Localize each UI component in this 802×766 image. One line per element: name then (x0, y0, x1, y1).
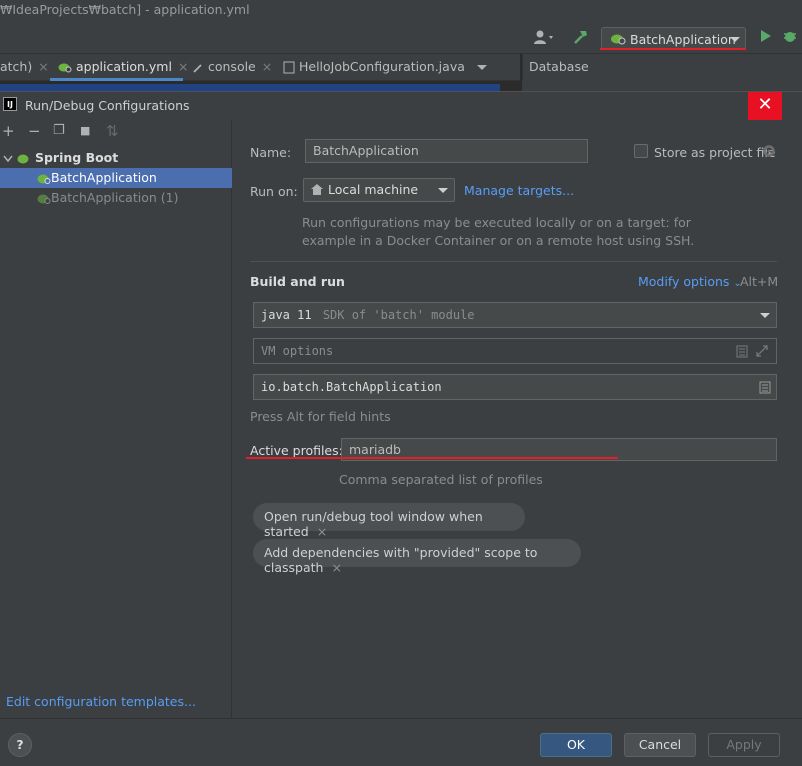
tree-item-batchapplication-1[interactable]: BatchApplication (1) (0, 188, 232, 208)
close-icon[interactable]: × (178, 59, 188, 74)
close-icon[interactable]: × (317, 524, 327, 539)
main-class-field[interactable]: io.batch.BatchApplication (253, 374, 777, 400)
editor-selection (0, 84, 500, 91)
edit-configuration-templates-link[interactable]: Edit configuration templates... (6, 694, 196, 709)
chip-label: Open run/debug tool window when started (264, 509, 483, 539)
main-class-value: io.batch.BatchApplication (261, 380, 442, 394)
jdk-hint: SDK of 'batch' module (322, 308, 475, 322)
close-icon[interactable]: × (262, 59, 272, 74)
folder-icon[interactable]: ■ (80, 124, 90, 137)
name-field[interactable]: BatchApplication (305, 139, 588, 163)
tab-batch[interactable]: atch) × (0, 59, 49, 74)
java-file-icon (283, 61, 295, 74)
tab-console[interactable]: console × (192, 59, 272, 74)
browse-class-icon[interactable] (759, 381, 771, 394)
dialog-button-bar: ? OK Cancel Apply (0, 718, 802, 766)
help-button[interactable]: ? (8, 733, 32, 757)
tab-hellojobconfiguration[interactable]: HelloJobConfiguration.java (283, 59, 465, 74)
expand-text-icon[interactable] (736, 345, 748, 358)
dialog-title: Run/Debug Configurations (25, 98, 190, 113)
close-button[interactable]: ✕ (748, 92, 782, 120)
expand-chevron-icon[interactable] (3, 155, 13, 163)
home-icon (311, 184, 323, 195)
close-icon[interactable]: × (38, 59, 48, 74)
spring-boot-run-icon (37, 174, 51, 184)
run-config-label: BatchApplication (630, 32, 736, 47)
highlight-underline-runconfig (600, 48, 746, 50)
maximize-icon[interactable] (756, 345, 768, 357)
tab-application-yml[interactable]: application.yml × (58, 59, 188, 74)
manage-targets-link[interactable]: Manage targets... (464, 183, 574, 198)
copy-icon[interactable]: ❐ (53, 123, 65, 138)
spring-boot-icon (58, 63, 72, 73)
database-panel-header: Database (522, 54, 802, 81)
chevron-down-icon (730, 37, 740, 42)
debug-bug-icon[interactable] (782, 28, 798, 47)
section-divider (250, 261, 777, 262)
run-on-hint-line1: Run configurations may be executed local… (302, 215, 691, 230)
tree-item-batchapplication[interactable]: BatchApplication (0, 168, 232, 188)
editor-tabs: atch) × application.yml × console × HelloJo… (0, 54, 520, 81)
spring-boot-icon (17, 154, 29, 163)
run-icon[interactable] (760, 29, 772, 46)
dialog-title-bar: IJ Run/Debug Configurations ✕ (0, 92, 802, 120)
tabs-overflow-chevron-icon[interactable] (477, 65, 487, 70)
gear-icon[interactable] (762, 144, 776, 158)
configurations-tree: Spring Boot BatchApplication BatchApplic… (0, 148, 232, 208)
build-hammer-icon[interactable] (572, 28, 590, 49)
tree-item-label: BatchApplication (1) (51, 190, 179, 205)
modify-options-shortcut: Alt+M (740, 274, 779, 289)
spring-boot-icon (611, 34, 626, 45)
build-and-run-heading: Build and run (250, 274, 345, 289)
sort-icon: ⇅ (106, 122, 119, 140)
chip-label: Add dependencies with "provided" scope t… (264, 545, 538, 575)
chevron-down-icon (438, 188, 448, 193)
apply-button[interactable]: Apply (708, 733, 780, 757)
database-label: Database (529, 59, 589, 74)
tree-group-label: Spring Boot (34, 150, 119, 165)
open-tool-window-option-chip[interactable]: Open run/debug tool window when started × (253, 503, 525, 539)
jdk-selector[interactable]: java 11 SDK of 'batch' module (253, 302, 777, 328)
run-on-label: Run on: (250, 184, 298, 199)
ide-title-bar: ₩IdeaProjects₩batch] - application.yml (0, 0, 802, 22)
ide-window-title: ₩IdeaProjects₩batch] - application.yml (0, 2, 250, 17)
run-on-value: Local machine (328, 182, 419, 197)
tree-item-label: BatchApplication (51, 170, 157, 185)
store-as-project-file-checkbox[interactable] (634, 144, 648, 158)
name-label: Name: (250, 145, 292, 160)
run-debug-configurations-dialog: IJ Run/Debug Configurations ✕ + − ❐ ■ ⇅ … (0, 91, 802, 766)
modify-options-link[interactable]: Modify options ⌄ (638, 274, 742, 289)
field-hints-text: Press Alt for field hints (250, 409, 391, 424)
add-icon[interactable]: + (2, 122, 15, 140)
configurations-sidebar: + − ❐ ■ ⇅ Spring Boot BatchApplication B… (0, 120, 232, 718)
chevron-down-icon (760, 313, 770, 318)
store-as-project-file-label: Store as project file (654, 145, 776, 160)
vm-options-placeholder: VM options (261, 344, 334, 358)
sidebar-toolbar: + − ❐ ■ ⇅ (0, 120, 232, 144)
vm-options-field[interactable]: VM options (253, 338, 777, 364)
jdk-version: java 11 (261, 308, 312, 322)
run-config-selector[interactable]: BatchApplication (601, 27, 746, 50)
close-icon[interactable]: × (331, 560, 341, 575)
editor-strip (0, 81, 520, 91)
profiles-hint: Comma separated list of profiles (339, 472, 543, 487)
active-profiles-label: Active profiles: (250, 443, 343, 458)
remove-icon[interactable]: − (28, 122, 41, 140)
highlight-underline-active-profiles (246, 457, 618, 459)
run-on-dropdown[interactable]: Local machine (303, 178, 455, 202)
database-toolbar (522, 81, 802, 91)
spring-boot-run-icon (37, 194, 51, 204)
run-on-hint-line2: example in a Docker Container or on a re… (302, 233, 695, 248)
intellij-logo-icon: IJ (3, 97, 17, 111)
ide-toolbar: BatchApplication (0, 22, 802, 54)
configuration-editor: Name: BatchApplication Store as project … (233, 120, 802, 718)
console-pencil-icon (193, 63, 202, 73)
tree-group-spring-boot[interactable]: Spring Boot (0, 148, 232, 168)
add-dependencies-option-chip[interactable]: Add dependencies with "provided" scope t… (253, 539, 581, 575)
ok-button[interactable]: OK (540, 733, 612, 757)
vcs-user-icon[interactable] (533, 29, 557, 48)
cancel-button[interactable]: Cancel (624, 733, 696, 757)
